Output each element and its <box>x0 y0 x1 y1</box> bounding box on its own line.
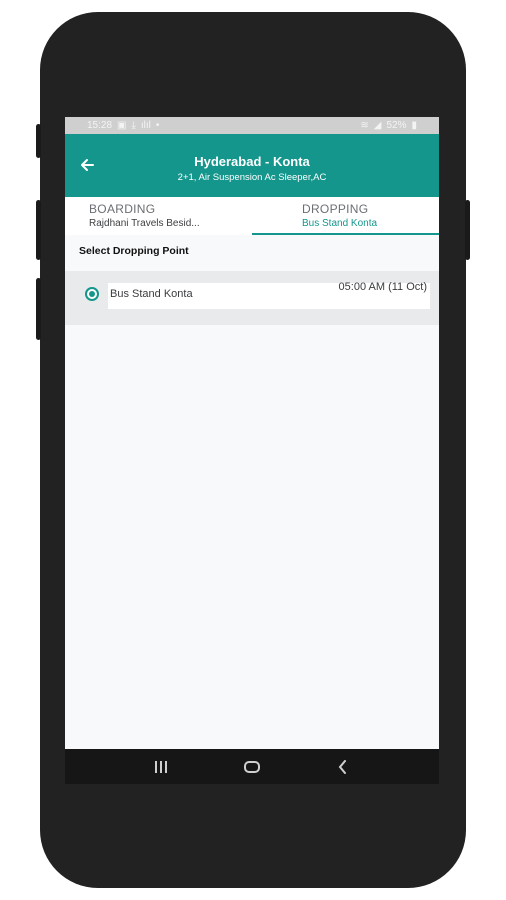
android-nav-bar <box>65 749 439 784</box>
recents-icon[interactable] <box>141 752 181 782</box>
dropping-point-time: 05:00 AM (11 Oct) <box>338 281 427 293</box>
tab-boarding-label: BOARDING <box>89 202 156 216</box>
boarding-dropping-tabs: BOARDING Rajdhani Travels Besid... DROPP… <box>65 197 439 235</box>
active-tab-indicator <box>252 233 439 235</box>
bus-type-subtitle: 2+1, Air Suspension Ac Sleeper,AC <box>177 172 327 183</box>
home-icon[interactable] <box>232 752 272 782</box>
dot-icon: • <box>155 120 160 131</box>
app-bar: Hyderabad - Konta 2+1, Air Suspension Ac… <box>65 134 439 197</box>
bixby-button <box>36 278 41 340</box>
tab-boarding-value: Rajdhani Travels Besid... <box>89 218 200 229</box>
battery-icon: ▮ <box>411 120 417 131</box>
volume-down-button <box>36 200 41 260</box>
chevron-left-icon[interactable] <box>323 752 363 782</box>
wifi-icon: ≋ <box>360 120 369 131</box>
tab-dropping-value: Bus Stand Konta <box>302 218 378 229</box>
status-bar: 15:28 ▣ ⤓ ılıl • ≋ ◢ 52% ▮ <box>65 117 439 134</box>
dropping-point-radio[interactable] <box>85 287 99 301</box>
volume-up-button <box>36 124 41 158</box>
download-icon: ⤓ <box>131 120 136 131</box>
screen: 15:28 ▣ ⤓ ılıl • ≋ ◢ 52% ▮ Hyderabad - K… <box>65 117 439 749</box>
power-button <box>465 200 470 260</box>
tab-boarding[interactable]: BOARDING Rajdhani Travels Besid... <box>65 197 252 235</box>
battery-percent: 52% <box>386 120 407 131</box>
gallery-icon: ▣ <box>117 120 127 131</box>
tab-dropping[interactable]: DROPPING Bus Stand Konta <box>252 197 439 235</box>
status-time: 15:28 <box>87 120 113 131</box>
dropping-points-list: Bus Stand Konta 05:00 AM (11 Oct) <box>65 271 439 325</box>
dropping-point-name: Bus Stand Konta <box>110 288 193 300</box>
tab-dropping-label: DROPPING <box>302 202 369 216</box>
signal-bars-icon: ılıl <box>140 120 151 131</box>
cell-signal-icon: ◢ <box>373 120 382 131</box>
route-title: Hyderabad - Konta <box>194 154 310 169</box>
section-label: Select Dropping Point <box>79 245 189 257</box>
